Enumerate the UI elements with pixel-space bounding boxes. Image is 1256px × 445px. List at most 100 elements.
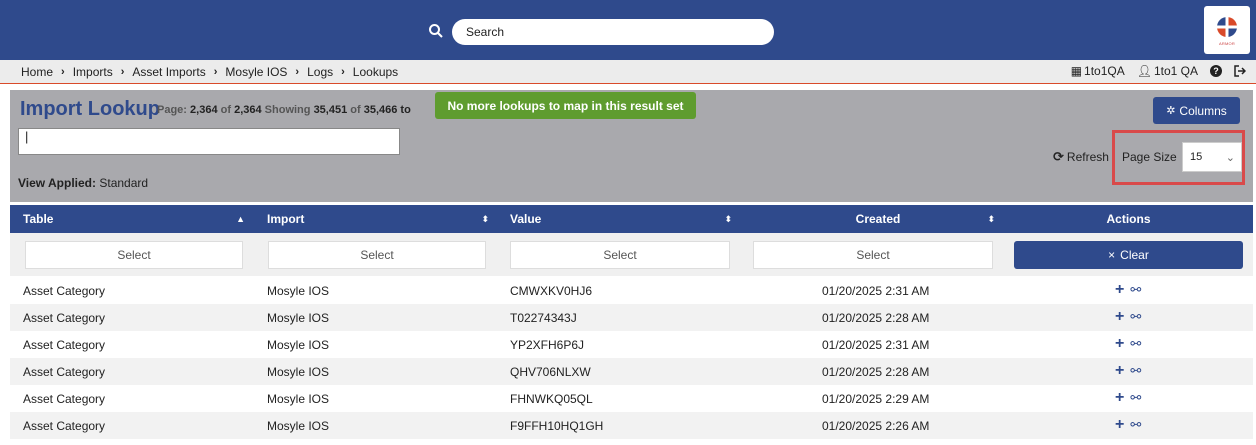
column-label: Import — [267, 212, 305, 226]
toast-message: No more lookups to map in this result se… — [435, 92, 696, 119]
row-actions: + ⚯ — [1115, 416, 1141, 434]
chevron-right-icon: › — [213, 66, 218, 78]
breadcrumb-lookups: Lookups — [352, 65, 399, 79]
cell-import: Mosyle IOS — [267, 418, 330, 433]
cell-table: Asset Category — [23, 364, 106, 379]
breadcrumb-bar: Home › Imports › Asset Imports › Mosyle … — [0, 60, 1256, 84]
row-actions: + ⚯ — [1115, 308, 1141, 326]
filter-table-select[interactable]: Select — [25, 241, 243, 269]
add-icon[interactable]: + — [1115, 362, 1124, 380]
showing-total: 35,466 to — [363, 104, 411, 116]
user-bar: ▦ 1to1QA 👤︎ 1to1 QA ? — [1063, 64, 1246, 78]
cell-created: 01/20/2025 2:26 AM — [822, 418, 930, 433]
cell-import: Mosyle IOS — [267, 283, 330, 298]
lookup-panel: Import Lookup Page: 2,364 of 2,364 Showi… — [10, 90, 1253, 202]
page-title: Import Lookup — [20, 98, 160, 120]
breadcrumb-asset-imports[interactable]: Asset Imports — [132, 65, 205, 79]
brand-logo: ARMOR — [1204, 6, 1250, 54]
cell-value: QHV706NLXW — [510, 364, 591, 379]
add-icon[interactable]: + — [1115, 416, 1124, 434]
column-header-value[interactable]: Value ⬍ — [510, 205, 740, 233]
cell-import: Mosyle IOS — [267, 310, 330, 325]
filter-created-select[interactable]: Select — [753, 241, 993, 269]
table-row[interactable]: Asset Category Mosyle IOS T02274343J 01/… — [10, 304, 1253, 331]
showing-count: 35,451 — [313, 104, 348, 116]
add-icon[interactable]: + — [1115, 281, 1124, 299]
search-icon[interactable] — [428, 23, 446, 41]
org-name: 1to1QA — [1084, 64, 1125, 78]
column-header-actions: Actions — [1014, 205, 1243, 233]
breadcrumb-imports[interactable]: Imports — [73, 65, 113, 79]
column-label: Actions — [1106, 212, 1151, 226]
user-menu[interactable]: 👤︎ 1to1 QA — [1137, 64, 1198, 78]
row-actions: + ⚯ — [1115, 335, 1141, 353]
showing-of: of — [350, 104, 361, 116]
table-row[interactable]: Asset Category Mosyle IOS F9FFH10HQ1GH 0… — [10, 412, 1253, 439]
logout-icon[interactable] — [1234, 65, 1246, 77]
chevron-right-icon: › — [61, 66, 65, 78]
map-lookup-icon[interactable]: ⚯ — [1130, 336, 1141, 352]
table-row[interactable]: Asset Category Mosyle IOS YP2XFH6P6J 01/… — [10, 331, 1253, 358]
add-icon[interactable]: + — [1115, 389, 1124, 407]
cell-value: FHNWKQ05QL — [510, 391, 593, 406]
map-lookup-icon[interactable]: ⚯ — [1130, 417, 1141, 433]
filter-import-select[interactable]: Select — [268, 241, 486, 269]
cell-value: F9FFH10HQ1GH — [510, 418, 604, 433]
cell-import: Mosyle IOS — [267, 391, 330, 406]
chevron-down-icon: ⌄ — [1225, 151, 1235, 164]
filter-input[interactable]: | — [18, 128, 400, 155]
cell-created: 01/20/2025 2:28 AM — [822, 364, 930, 379]
cell-table: Asset Category — [23, 391, 106, 406]
search-input[interactable] — [452, 19, 774, 45]
cell-created: 01/20/2025 2:29 AM — [822, 391, 930, 406]
org-switcher[interactable]: ▦ 1to1QA — [1071, 64, 1125, 78]
columns-label: Columns — [1179, 103, 1227, 118]
refresh-button[interactable]: ⟳ Refresh — [1053, 149, 1109, 165]
column-label: Table — [23, 212, 54, 226]
add-icon[interactable]: + — [1115, 335, 1124, 353]
page-size-select[interactable]: 15 ⌄ — [1182, 142, 1242, 172]
showing-label: Showing — [264, 104, 311, 116]
add-icon[interactable]: + — [1115, 308, 1124, 326]
gear-icon: ✲ — [1166, 105, 1176, 117]
filter-value-select[interactable]: Select — [510, 241, 730, 269]
breadcrumb: Home › Imports › Asset Imports › Mosyle … — [21, 65, 398, 79]
search-area — [428, 19, 774, 45]
page-current: 2,364 — [190, 104, 218, 116]
breadcrumb-logs[interactable]: Logs — [307, 65, 333, 79]
top-bar: ARMOR — [0, 0, 1256, 60]
table-row[interactable]: Asset Category Mosyle IOS CMWXKV0HJ6 01/… — [10, 277, 1253, 304]
cell-value: T02274343J — [510, 310, 577, 325]
close-icon: × — [1108, 248, 1116, 262]
cell-import: Mosyle IOS — [267, 337, 330, 352]
sort-icon: ⬍ — [724, 213, 732, 224]
cell-table: Asset Category — [23, 418, 106, 433]
table-row[interactable]: Asset Category Mosyle IOS FHNWKQ05QL 01/… — [10, 385, 1253, 412]
column-header-import[interactable]: Import ⬍ — [267, 205, 497, 233]
chevron-right-icon: › — [341, 66, 345, 78]
refresh-label: Refresh — [1066, 150, 1109, 164]
column-header-created[interactable]: Created ⬍ — [753, 205, 1003, 233]
map-lookup-icon[interactable]: ⚯ — [1130, 363, 1141, 379]
help-icon[interactable]: ? — [1210, 65, 1222, 77]
view-applied-label: View Applied: — [18, 176, 97, 190]
breadcrumb-home[interactable]: Home — [21, 65, 53, 79]
cell-value: YP2XFH6P6J — [510, 337, 585, 352]
table-header: Table ▲ Import ⬍ Value ⬍ Created ⬍ Actio… — [10, 205, 1253, 233]
cell-created: 01/20/2025 2:31 AM — [822, 283, 930, 298]
map-lookup-icon[interactable]: ⚯ — [1130, 309, 1141, 325]
column-header-table[interactable]: Table ▲ — [23, 205, 253, 233]
table-row[interactable]: Asset Category Mosyle IOS QHV706NLXW 01/… — [10, 358, 1253, 385]
cell-table: Asset Category — [23, 337, 106, 352]
page-label: Page: — [157, 104, 187, 116]
map-lookup-icon[interactable]: ⚯ — [1130, 282, 1141, 298]
row-actions: + ⚯ — [1115, 389, 1141, 407]
breadcrumb-mosyle-ios[interactable]: Mosyle IOS — [225, 65, 287, 79]
row-actions: + ⚯ — [1115, 362, 1141, 380]
map-lookup-icon[interactable]: ⚯ — [1130, 390, 1141, 406]
cell-created: 01/20/2025 2:31 AM — [822, 337, 930, 352]
columns-button[interactable]: ✲ Columns — [1153, 97, 1240, 124]
user-icon: 👤︎ — [1136, 64, 1152, 78]
view-applied: View Applied: Standard — [18, 176, 148, 190]
clear-filters-button[interactable]: × Clear — [1014, 241, 1243, 269]
